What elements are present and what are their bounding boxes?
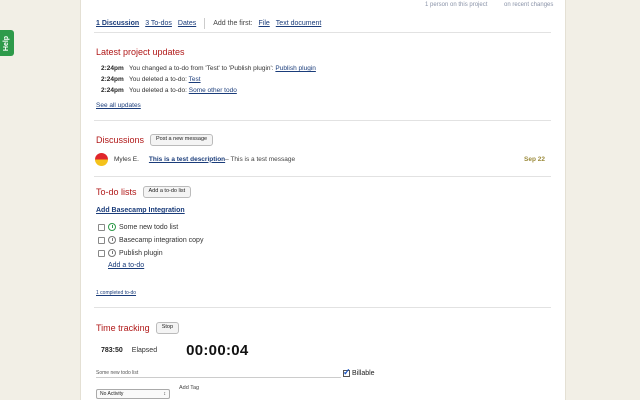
todo-item: Some new todo list	[98, 223, 178, 231]
todo-lists-heading: To-do lists Add a to-do list	[96, 186, 192, 198]
avatar	[95, 152, 108, 166]
add-file-link[interactable]: File	[259, 20, 270, 27]
help-tab[interactable]: Help	[0, 30, 14, 56]
todo-list-title-link[interactable]: Add Basecamp Integration	[96, 207, 185, 214]
updates-heading: Latest project updates	[96, 47, 185, 57]
help-tab-label: Help	[3, 35, 11, 51]
completed-todos-link[interactable]: 1 completed to-do	[96, 290, 136, 296]
select-arrows-icon: ↕	[163, 391, 167, 397]
discussion-author: Myles E.	[114, 155, 139, 163]
update-item: 2:24pm You deleted a to-do: Some other t…	[101, 87, 237, 94]
updates-heading-text: Latest project updates	[96, 47, 185, 57]
time-description-input[interactable]	[96, 369, 341, 378]
update-link[interactable]: Publish plugin	[275, 65, 315, 72]
billable-checkbox[interactable]	[343, 367, 351, 378]
add-text-document-link[interactable]: Text document	[276, 20, 322, 27]
elapsed-timer: 00:00:04	[186, 342, 249, 359]
todo-item: Basecamp integration copy	[98, 236, 203, 244]
update-text: You deleted a to-do: Test	[129, 76, 201, 83]
todo-checkbox[interactable]	[98, 249, 105, 257]
tab-todos[interactable]: 3 To-dos	[145, 20, 172, 27]
discussion-date: Sep 22	[524, 155, 545, 163]
discussion-excerpt: – This is a test message	[225, 155, 296, 163]
project-card: 1 person on this project on recent chang…	[80, 0, 566, 400]
add-todo-link[interactable]: Add a to-do	[108, 262, 144, 269]
todo-label: Publish plugin	[119, 249, 163, 257]
add-first-label: Add the first:	[213, 20, 253, 27]
divider	[94, 307, 551, 308]
project-tabs: 1 Discussion 3 To-dos Dates Add the firs…	[96, 18, 321, 29]
discussion-title-link[interactable]: This is a test description	[149, 156, 225, 163]
clock-icon[interactable]	[108, 223, 116, 231]
todo-item: Publish plugin	[98, 249, 163, 257]
time-tracking-heading-text: Time tracking	[96, 322, 150, 333]
update-time: 2:24pm	[101, 87, 124, 94]
update-text: You changed a to-do from 'Test' to 'Publ…	[129, 65, 316, 72]
update-text: You deleted a to-do: Some other todo	[129, 87, 237, 94]
total-hours: 783:50	[101, 347, 123, 354]
timer-row: 783:50 Elapsed 00:00:04	[101, 342, 249, 359]
discussions-heading: Discussions Post a new message	[96, 134, 214, 146]
discussion-item: Myles E. This is a test description – Th…	[95, 151, 555, 167]
update-link[interactable]: Test	[189, 76, 201, 83]
people-note: 1 person on this project	[425, 2, 488, 8]
post-new-message-button[interactable]: Post a new message	[150, 134, 214, 146]
update-text-body: You deleted a to-do:	[129, 76, 187, 83]
activity-select[interactable]: No Activity ↕	[96, 389, 170, 399]
changes-note: on recent changes	[504, 2, 554, 8]
update-time: 2:24pm	[101, 76, 124, 83]
todo-checkbox[interactable]	[98, 236, 105, 244]
update-text-body: You deleted a to-do:	[129, 87, 187, 94]
add-todo-list-button[interactable]: Add a to-do list	[142, 186, 192, 198]
billable-toggle[interactable]: Billable	[343, 367, 375, 378]
todo-label: Basecamp integration copy	[119, 236, 204, 244]
divider	[94, 176, 551, 177]
divider	[94, 120, 551, 121]
stop-button[interactable]: Stop	[155, 322, 180, 334]
update-time: 2:24pm	[101, 65, 124, 72]
update-item: 2:24pm You changed a to-do from 'Test' t…	[101, 65, 316, 72]
elapsed-label: Elapsed	[131, 347, 158, 354]
discussions-heading-text: Discussions	[96, 134, 145, 145]
time-tracking-heading: Time tracking Stop	[96, 322, 180, 334]
clock-icon[interactable]	[108, 249, 116, 257]
activity-select-value: No Activity	[100, 391, 124, 397]
update-text-body: You changed a to-do from 'Test' to 'Publ…	[129, 65, 274, 72]
divider	[94, 32, 551, 33]
todo-checkbox[interactable]	[98, 223, 105, 231]
todo-lists-heading-text: To-do lists	[96, 186, 137, 197]
update-link[interactable]: Some other todo	[189, 87, 237, 94]
billable-label: Billable	[352, 370, 375, 377]
clock-icon[interactable]	[108, 236, 116, 244]
tab-discussion[interactable]: 1 Discussion	[96, 20, 139, 27]
tab-dates[interactable]: Dates	[178, 20, 196, 27]
update-item: 2:24pm You deleted a to-do: Test	[101, 76, 201, 83]
add-tag-link[interactable]: Add Tag	[179, 385, 199, 391]
todo-label: Some new todo list	[119, 223, 179, 231]
tab-separator	[204, 18, 206, 29]
see-all-updates-link[interactable]: See all updates	[96, 102, 141, 109]
